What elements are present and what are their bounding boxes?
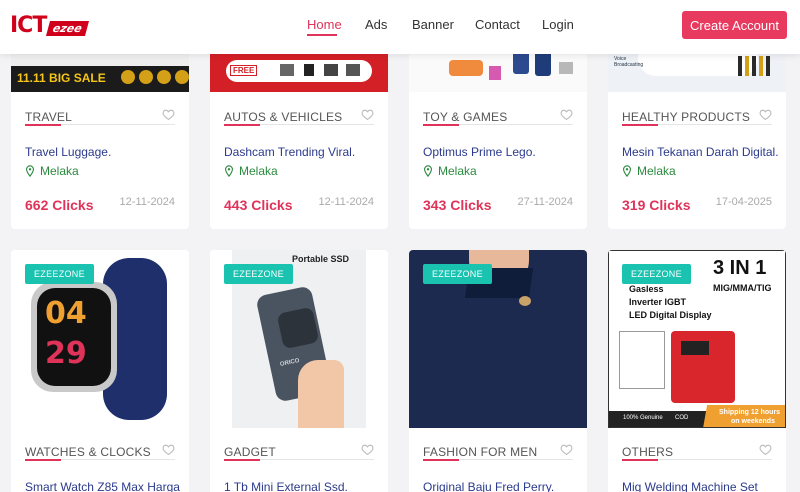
category-row: TRAVEL bbox=[25, 108, 175, 126]
ad-title[interactable]: Mig Welding Machine Set bbox=[622, 480, 758, 492]
image-heading: 3 IN 1 bbox=[713, 257, 767, 279]
map-pin-icon bbox=[424, 165, 432, 177]
post-date: 27-11-2024 bbox=[517, 196, 573, 208]
ad-card[interactable]: 04 29 EZEEZONE WATCHES & CLOCKS Smart Wa… bbox=[11, 250, 189, 492]
ad-title[interactable]: Dashcam Trending Viral. bbox=[224, 145, 355, 159]
category-label: TRAVEL bbox=[25, 110, 72, 124]
category-row: FASHION FOR MEN bbox=[423, 443, 573, 461]
ad-location: Melaka bbox=[25, 164, 79, 178]
category-label: FASHION FOR MEN bbox=[423, 445, 538, 459]
category-label: WATCHES & CLOCKS bbox=[25, 445, 151, 459]
category-divider bbox=[423, 124, 573, 126]
image-feature: LED Digital Display bbox=[629, 310, 712, 320]
ad-location: Melaka bbox=[224, 164, 278, 178]
nav-login[interactable]: Login bbox=[542, 17, 574, 32]
category-row: GADGET bbox=[224, 443, 374, 461]
heart-icon[interactable] bbox=[759, 108, 772, 121]
nav-ads[interactable]: Ads bbox=[365, 17, 387, 32]
location-text: Melaka bbox=[637, 164, 676, 178]
ad-title[interactable]: 1 Tb Mini External Ssd. bbox=[224, 480, 348, 492]
image-feature: Gasless bbox=[629, 284, 664, 294]
category-divider bbox=[622, 459, 772, 461]
image-footer: COD bbox=[675, 415, 689, 421]
category-label: OTHERS bbox=[622, 445, 674, 459]
ad-card[interactable]: EZEEZONE FASHION FOR MEN Original Baju F… bbox=[409, 250, 587, 492]
category-label: HEALTHY PRODUCTS bbox=[622, 110, 751, 124]
ad-title[interactable]: Mesin Tekanan Darah Digital. bbox=[622, 145, 779, 159]
category-divider bbox=[25, 459, 175, 461]
ad-location: Melaka bbox=[622, 164, 676, 178]
image-footer: 100% Genuine bbox=[623, 415, 663, 421]
category-divider bbox=[423, 459, 573, 461]
site-logo[interactable]: ICT ezee bbox=[10, 12, 90, 38]
click-count: 343 Clicks bbox=[423, 197, 492, 213]
location-text: Melaka bbox=[239, 164, 278, 178]
image-feature: Inverter IGBT bbox=[629, 297, 687, 307]
heart-icon[interactable] bbox=[361, 443, 374, 456]
ezeezone-badge: EZEEZONE bbox=[25, 264, 94, 284]
heart-icon[interactable] bbox=[162, 443, 175, 456]
shipping-text: on weekends bbox=[731, 418, 775, 425]
image-banner-text: FREE bbox=[230, 65, 258, 76]
ezeezone-badge: EZEEZONE bbox=[622, 264, 691, 284]
nav-home[interactable]: Home bbox=[307, 17, 342, 32]
location-text: Melaka bbox=[438, 164, 477, 178]
category-label: GADGET bbox=[224, 445, 276, 459]
image-heading: Portable SSD bbox=[292, 254, 350, 264]
category-row: HEALTHY PRODUCTS bbox=[622, 108, 772, 126]
post-date: 17-04-2025 bbox=[715, 196, 772, 208]
watch-hour: 04 bbox=[45, 296, 87, 331]
category-label: TOY & GAMES bbox=[423, 110, 508, 124]
heart-icon[interactable] bbox=[560, 108, 573, 121]
ad-title[interactable]: Smart Watch Z85 Max Harga bbox=[25, 480, 180, 492]
category-divider bbox=[224, 124, 374, 126]
logo-main-text: ICT bbox=[10, 12, 47, 38]
shipping-text: Shipping 12 hours bbox=[719, 409, 781, 416]
nav-banner[interactable]: Banner bbox=[412, 17, 454, 32]
image-banner-text: 11.11 BIG SALE bbox=[17, 71, 106, 85]
heart-icon[interactable] bbox=[560, 443, 573, 456]
nav-contact[interactable]: Contact bbox=[475, 17, 520, 32]
category-divider bbox=[25, 124, 175, 126]
map-pin-icon bbox=[225, 165, 233, 177]
ad-card[interactable]: Portable SSD ORICO EZEEZONE GADGET 1 Tb … bbox=[210, 250, 388, 492]
watch-minute: 29 bbox=[45, 336, 87, 371]
map-pin-icon bbox=[623, 165, 631, 177]
logo-sub-text: ezee bbox=[46, 20, 90, 36]
ad-title[interactable]: Optimus Prime Lego. bbox=[423, 145, 536, 159]
heart-icon[interactable] bbox=[361, 108, 374, 121]
ezeezone-badge: EZEEZONE bbox=[423, 264, 492, 284]
category-divider bbox=[224, 459, 374, 461]
site-header: ICT ezee Home Ads Banner Contact Login C… bbox=[0, 0, 800, 54]
post-date: 12-11-2024 bbox=[119, 196, 175, 208]
ad-title[interactable]: Travel Luggage. bbox=[25, 145, 111, 159]
category-label: AUTOS & VEHICLES bbox=[224, 110, 343, 124]
category-row: OTHERS bbox=[622, 443, 772, 461]
create-account-button[interactable]: Create Account bbox=[682, 11, 787, 39]
click-count: 662 Clicks bbox=[25, 197, 94, 213]
heart-icon[interactable] bbox=[759, 443, 772, 456]
image-banner-text: Voice Broadcasting bbox=[614, 56, 644, 68]
heart-icon[interactable] bbox=[162, 108, 175, 121]
map-pin-icon bbox=[26, 165, 34, 177]
ad-location: Melaka bbox=[423, 164, 477, 178]
click-count: 319 Clicks bbox=[622, 197, 691, 213]
nav-active-indicator bbox=[307, 34, 337, 36]
post-date: 12-11-2024 bbox=[318, 196, 374, 208]
ad-card[interactable]: 3 IN 1 MIG/MMA/TIG Gasless Inverter IGBT… bbox=[608, 250, 786, 492]
ezeezone-badge: EZEEZONE bbox=[224, 264, 293, 284]
location-text: Melaka bbox=[40, 164, 79, 178]
click-count: 443 Clicks bbox=[224, 197, 293, 213]
category-row: WATCHES & CLOCKS bbox=[25, 443, 175, 461]
category-divider bbox=[622, 124, 772, 126]
image-sub: MIG/MMA/TIG bbox=[713, 283, 772, 293]
category-row: AUTOS & VEHICLES bbox=[224, 108, 374, 126]
category-row: TOY & GAMES bbox=[423, 108, 573, 126]
ad-title[interactable]: Original Baju Fred Perry. bbox=[423, 480, 554, 492]
